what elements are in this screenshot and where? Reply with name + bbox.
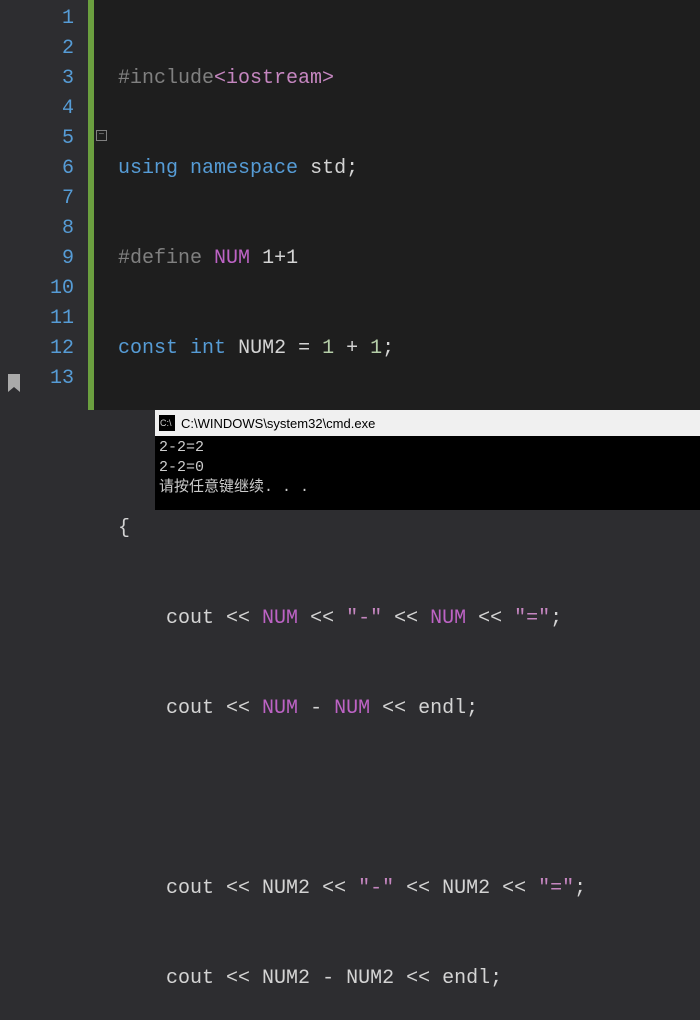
line-number: 10 <box>28 274 74 304</box>
line-number-gutter: 1 2 3 4 5 6 7 8 9 10 11 12 13 <box>28 0 88 410</box>
fold-gutter: − <box>94 0 112 410</box>
code-line: using namespace std; <box>118 154 700 184</box>
code-line: const int NUM2 = 1 + 1; <box>118 334 700 364</box>
code-area[interactable]: #include<iostream> using namespace std; … <box>112 0 700 410</box>
line-number: 8 <box>28 214 74 244</box>
code-line: cout << NUM2 << "-" << NUM2 << "="; <box>118 874 700 904</box>
cmd-icon: C:\ <box>159 415 175 431</box>
code-line: #include<iostream> <box>118 64 700 94</box>
fold-toggle-icon[interactable]: − <box>96 130 107 141</box>
output-line: 2-2=0 <box>159 459 204 476</box>
console-title-text: C:\WINDOWS\system32\cmd.exe <box>181 416 375 431</box>
code-line: { <box>118 514 700 544</box>
console-output[interactable]: 2-2=2 2-2=0 请按任意键继续. . . <box>155 436 700 510</box>
output-line: 请按任意键继续. . . <box>159 479 309 496</box>
code-line: cout << NUM - NUM << endl; <box>118 694 700 724</box>
bookmark-icon <box>6 374 22 398</box>
code-line: #define NUM 1+1 <box>118 244 700 274</box>
icon-gutter <box>0 0 28 410</box>
line-number: 4 <box>28 94 74 124</box>
code-line: cout << NUM << "-" << NUM << "="; <box>118 604 700 634</box>
line-number: 5 <box>28 124 74 154</box>
console-window[interactable]: C:\ C:\WINDOWS\system32\cmd.exe 2-2=2 2-… <box>155 410 700 510</box>
line-number: 9 <box>28 244 74 274</box>
line-number: 13 <box>28 364 74 394</box>
line-number: 1 <box>28 4 74 34</box>
line-number: 3 <box>28 64 74 94</box>
line-number: 6 <box>28 154 74 184</box>
editor-margin-extension <box>0 410 155 510</box>
line-number: 11 <box>28 304 74 334</box>
line-number: 2 <box>28 34 74 64</box>
code-editor[interactable]: 1 2 3 4 5 6 7 8 9 10 11 12 13 − #include… <box>0 0 700 410</box>
output-line: 2-2=2 <box>159 439 204 456</box>
code-line: cout << NUM2 - NUM2 << endl; <box>118 964 700 994</box>
line-number: 7 <box>28 184 74 214</box>
console-titlebar[interactable]: C:\ C:\WINDOWS\system32\cmd.exe <box>155 410 700 436</box>
code-line <box>118 784 700 814</box>
line-number: 12 <box>28 334 74 364</box>
